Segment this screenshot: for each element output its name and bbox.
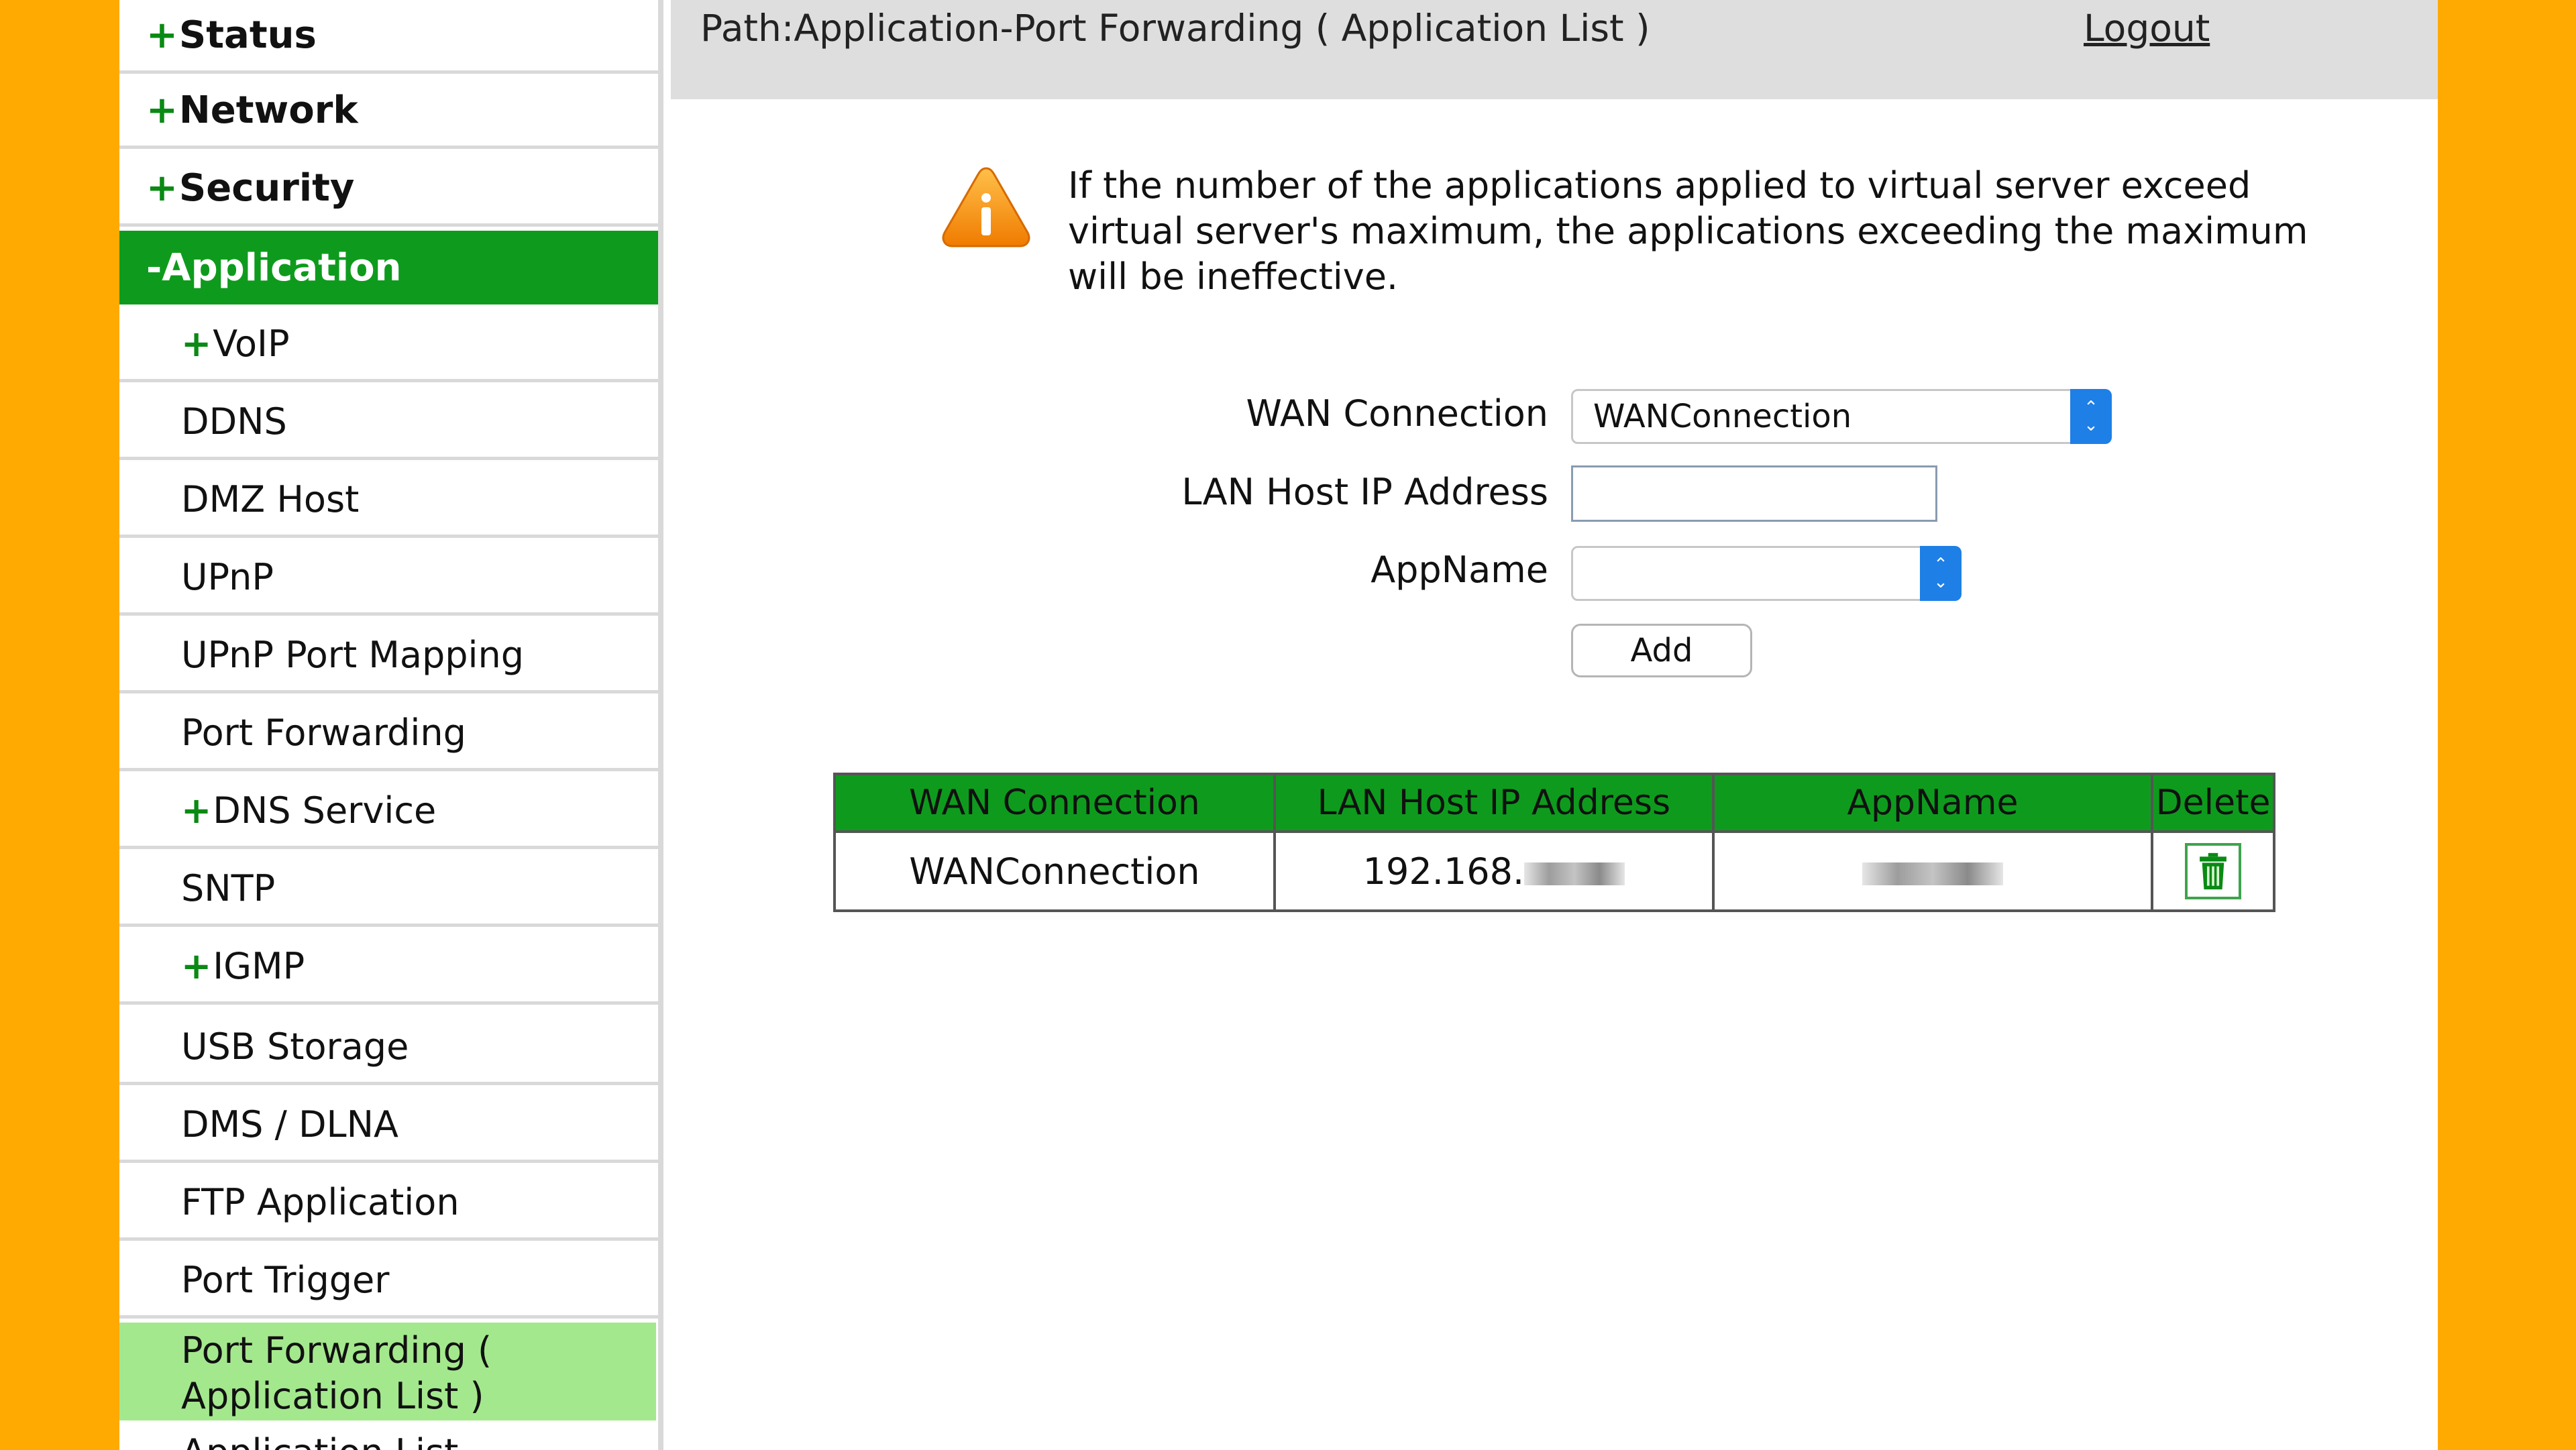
expand-icon: + bbox=[146, 89, 178, 132]
sidebar-item-label: DMS / DLNA bbox=[181, 1103, 398, 1146]
sidebar-item-igmp[interactable]: + IGMP bbox=[119, 931, 658, 1005]
sidebar-item-label: SNTP bbox=[181, 867, 276, 909]
sidebar-item-label: Security bbox=[178, 166, 355, 210]
sidebar-item-sntp[interactable]: SNTP bbox=[119, 853, 658, 927]
sidebar-item-dms-dlna[interactable]: DMS / DLNA bbox=[119, 1089, 658, 1163]
ip-prefix: 192.168. bbox=[1362, 850, 1525, 893]
wan-connection-label: WAN Connection bbox=[1246, 392, 1548, 435]
sidebar-item-voip[interactable]: + VoIP bbox=[119, 309, 658, 382]
lan-host-ip-cell: 192.168. bbox=[1273, 830, 1715, 912]
wan-connection-select[interactable]: WANConnection ⌃ ⌄ bbox=[1571, 389, 2112, 444]
sidebar-item-usb-storage[interactable]: USB Storage bbox=[119, 1011, 658, 1085]
sidebar-item-upnp[interactable]: UPnP bbox=[119, 542, 658, 616]
expand-icon: + bbox=[146, 13, 178, 57]
redacted-block bbox=[1524, 862, 1625, 885]
column-header: Delete bbox=[2151, 773, 2275, 833]
sidebar-item-ddns[interactable]: DDNS bbox=[119, 386, 658, 460]
sidebar-item-label: Network bbox=[178, 89, 358, 132]
expand-icon: + bbox=[181, 945, 212, 987]
expand-icon: + bbox=[181, 323, 212, 365]
logout-link[interactable]: Logout bbox=[2084, 7, 2210, 50]
wan-connection-value: WANConnection bbox=[1593, 398, 1852, 435]
table-header-row: WAN Connection LAN Host IP Address AppNa… bbox=[833, 773, 2275, 833]
sidebar-item-label: DDNS bbox=[181, 400, 287, 443]
sidebar-item-label: Port Trigger bbox=[181, 1259, 390, 1301]
appname-select[interactable]: ⌃ ⌄ bbox=[1571, 546, 1962, 601]
sidebar-item-label: Application List bbox=[181, 1431, 458, 1450]
sidebar-item-label: USB Storage bbox=[181, 1025, 409, 1068]
sidebar-item-application-list[interactable]: Application List bbox=[119, 1422, 658, 1450]
column-header: LAN Host IP Address bbox=[1273, 773, 1715, 833]
sidebar-item-label: DMZ Host bbox=[181, 478, 360, 520]
sidebar-item-label: DNS Service bbox=[213, 789, 437, 832]
sidebar-item-label: UPnP Port Mapping bbox=[181, 634, 525, 676]
warning-icon bbox=[942, 167, 1030, 247]
lan-host-ip-input[interactable] bbox=[1571, 465, 1937, 522]
table-row: WANConnection 192.168. bbox=[833, 830, 2275, 912]
sidebar-item-label: FTP Application bbox=[181, 1181, 460, 1223]
add-button[interactable]: Add bbox=[1571, 624, 1752, 677]
sidebar: + Status + Network + Security - Application … bbox=[119, 0, 663, 1450]
sidebar-item-application[interactable]: - Application bbox=[119, 231, 658, 304]
sidebar-item-label: VoIP bbox=[213, 323, 290, 365]
sidebar-item-ftp-application[interactable]: FTP Application bbox=[119, 1167, 658, 1241]
header-bar: Path:Application-Port Forwarding ( Appli… bbox=[671, 0, 2438, 99]
sidebar-item-security[interactable]: + Security bbox=[119, 153, 658, 227]
trash-icon[interactable] bbox=[2185, 843, 2242, 899]
wan-connection-cell: WANConnection bbox=[833, 830, 1276, 912]
sidebar-item-status[interactable]: + Status bbox=[119, 0, 658, 74]
sidebar-item-label: IGMP bbox=[213, 945, 305, 987]
delete-cell bbox=[2151, 830, 2275, 912]
sidebar-item-port-forwarding[interactable]: Port Forwarding bbox=[119, 698, 658, 771]
warning-message: If the number of the applications applie… bbox=[1068, 164, 2308, 298]
application-list-table: WAN Connection LAN Host IP Address AppNa… bbox=[833, 773, 2275, 912]
sidebar-item-dns-service[interactable]: + DNS Service bbox=[119, 775, 658, 849]
sidebar-item-label: Status bbox=[178, 13, 317, 57]
expand-icon: + bbox=[181, 789, 212, 832]
column-header: WAN Connection bbox=[833, 773, 1276, 833]
appname-label: AppName bbox=[1371, 549, 1548, 591]
sidebar-item-dmz-host[interactable]: DMZ Host bbox=[119, 464, 658, 538]
expand-icon: + bbox=[146, 166, 178, 210]
sidebar-item-label: UPnP bbox=[181, 556, 274, 598]
sidebar-item-network[interactable]: + Network bbox=[119, 75, 658, 149]
sidebar-item-port-trigger[interactable]: Port Trigger bbox=[119, 1245, 658, 1319]
breadcrumb: Path:Application-Port Forwarding ( Appli… bbox=[700, 7, 1650, 50]
select-arrows-icon: ⌃ ⌄ bbox=[2070, 389, 2112, 444]
collapse-icon: - bbox=[146, 245, 162, 290]
sidebar-item-port-forwarding-app-list[interactable]: Port Forwarding ( Application List ) bbox=[119, 1323, 656, 1420]
column-header: AppName bbox=[1711, 773, 2154, 833]
lan-host-ip-label: LAN Host IP Address bbox=[1181, 471, 1548, 513]
select-arrows-icon: ⌃ ⌄ bbox=[1920, 546, 1962, 601]
sidebar-item-upnp-port-mapping[interactable]: UPnP Port Mapping bbox=[119, 620, 658, 693]
sidebar-item-label: Application bbox=[162, 245, 402, 290]
sidebar-item-label: Port Forwarding ( Application List ) bbox=[181, 1329, 492, 1417]
redacted-block bbox=[1862, 862, 2003, 885]
sidebar-item-label: Port Forwarding bbox=[181, 712, 466, 754]
appname-cell bbox=[1711, 830, 2154, 912]
